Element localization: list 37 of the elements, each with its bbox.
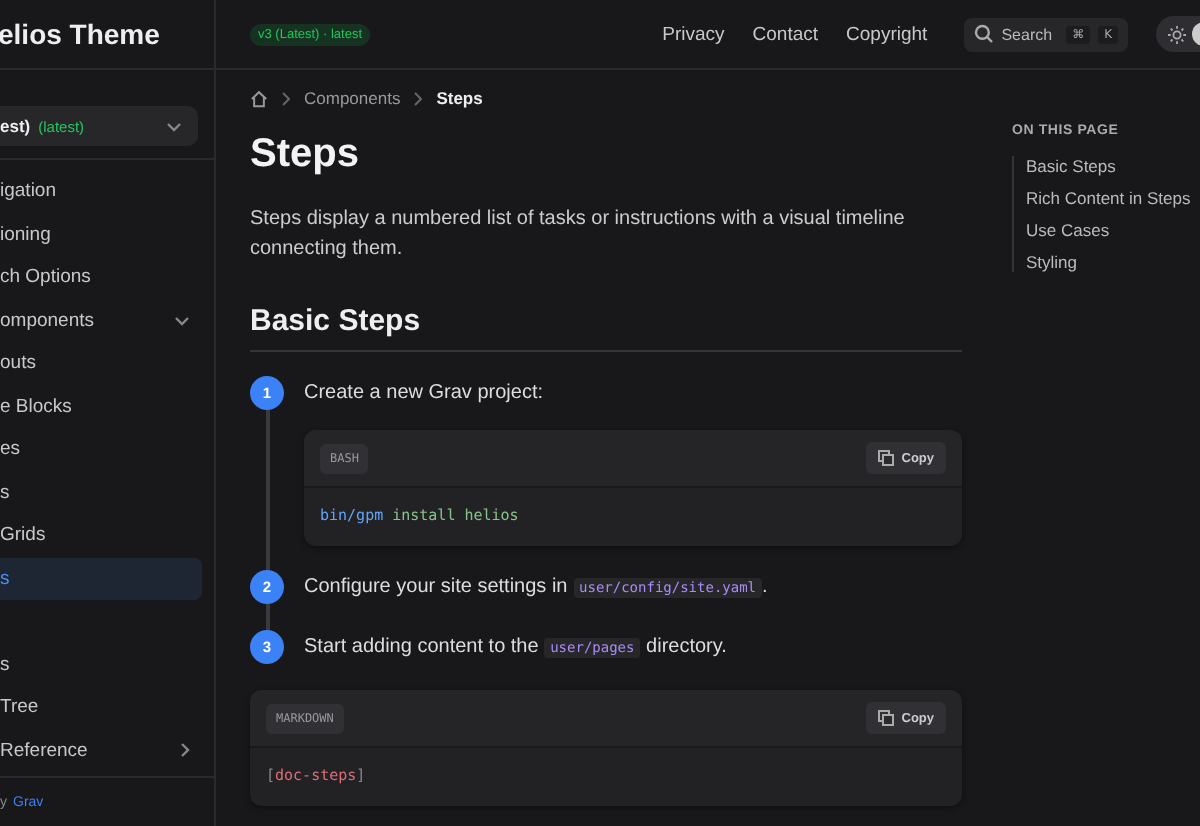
toc-link[interactable]: Basic Steps	[1026, 156, 1191, 176]
sidebar-item[interactable]: omponents	[0, 299, 202, 342]
sidebar-item[interactable]: es	[0, 428, 202, 471]
nav-link[interactable]: Contact	[752, 23, 819, 45]
toc-link[interactable]: Use Cases	[1026, 220, 1191, 240]
sidebar-item[interactable]: e Blocks	[0, 385, 202, 428]
sidebar-item[interactable]: Reference	[0, 729, 202, 772]
sidebar-item[interactable]: igation	[0, 170, 202, 213]
chevron-right-icon	[414, 91, 423, 105]
chevron-down-icon	[166, 121, 182, 131]
page-description: Steps display a numbered list of tasks or instructions with a visual timeline connecting them.	[250, 206, 907, 264]
sidebar-item[interactable]: s	[0, 471, 202, 514]
sidebar-item[interactable]: Tree	[0, 686, 202, 729]
chevron-down-icon	[174, 315, 190, 326]
breadcrumb-item: Steps	[436, 88, 483, 108]
toc-link[interactable]: Styling	[1026, 252, 1191, 272]
toc-link[interactable]: Rich Content in Steps	[1026, 188, 1191, 208]
sidebar-item[interactable]: s	[0, 557, 202, 600]
chevron-right-icon	[282, 91, 290, 105]
nav-link[interactable]: Privacy	[662, 23, 725, 45]
sidebar-item[interactable]: Grids	[0, 514, 202, 557]
copy-icon	[877, 710, 894, 726]
nav-link[interactable]: Copyright	[846, 23, 928, 45]
theme-toggle[interactable]	[1156, 16, 1200, 52]
sun-icon	[1168, 25, 1186, 43]
breadcrumb-item[interactable]: Components	[304, 88, 401, 108]
home-icon[interactable]	[250, 89, 268, 107]
sidebar-item[interactable]: outs	[0, 342, 202, 385]
search-icon	[973, 24, 994, 44]
sidebar-item[interactable]: ch Options	[0, 256, 202, 299]
sidebar-item[interactable]: ioning	[0, 213, 202, 256]
copy-icon	[877, 450, 894, 466]
page-title: Steps	[250, 130, 361, 180]
section-heading: Basic Steps	[250, 304, 962, 352]
chevron-right-icon	[180, 742, 190, 759]
sidebar-item[interactable]: s	[0, 643, 202, 686]
step-text: Create a new Grav project:	[304, 380, 545, 408]
